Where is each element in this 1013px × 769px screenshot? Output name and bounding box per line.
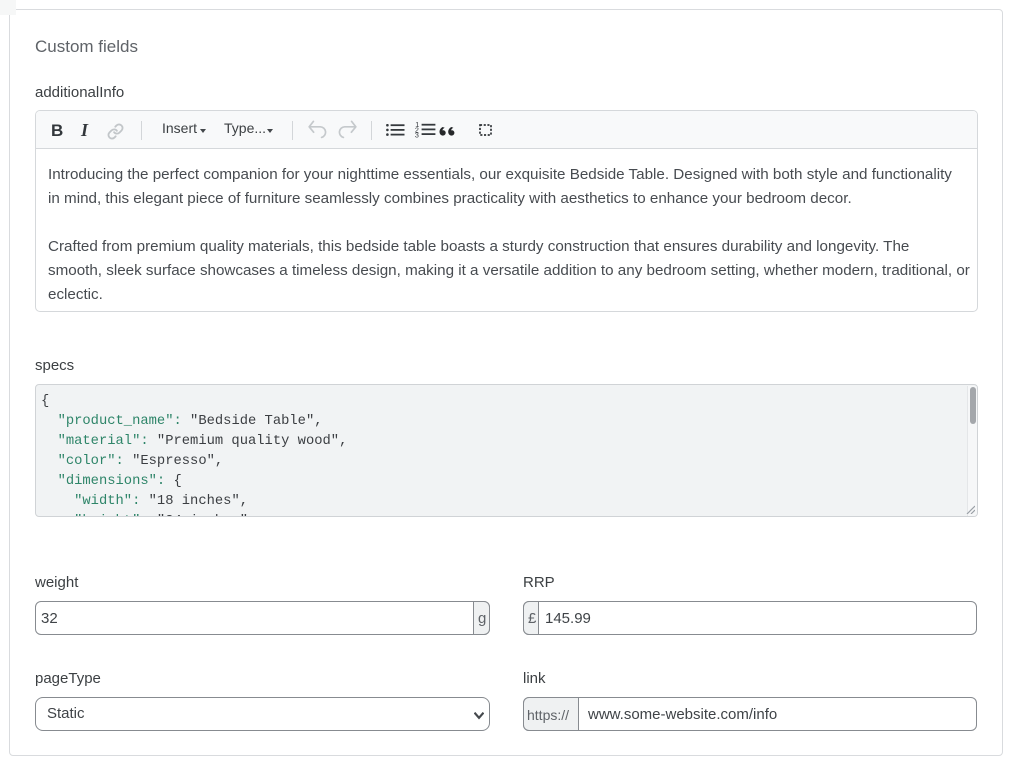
svg-text:3: 3 [415, 131, 419, 138]
